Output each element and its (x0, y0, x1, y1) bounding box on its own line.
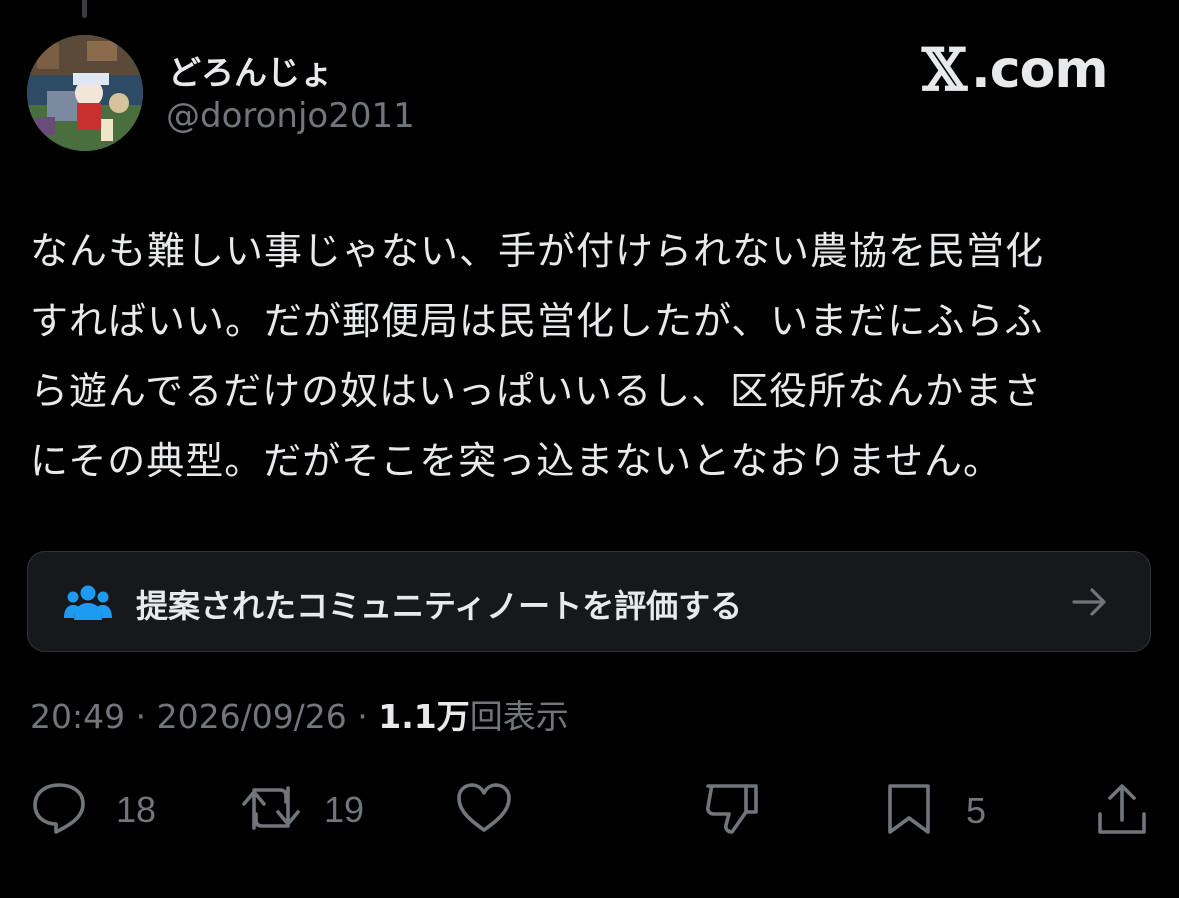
community-note-label: 提案されたコミュニティノートを評価する (136, 587, 743, 625)
retweet-icon (240, 780, 302, 840)
views-label: 回表示 (469, 697, 569, 736)
tweet-line: にその典型。だがそこを突っ込まないとなおりません。 (30, 439, 1002, 483)
x-logo-icon: 𝕏 (922, 36, 968, 104)
people-group-icon (64, 582, 112, 626)
bookmark-icon (882, 780, 936, 842)
share-button[interactable] (1094, 780, 1150, 842)
meta-separator: · (346, 697, 379, 736)
thread-connector-line (82, 0, 87, 18)
tweet-line: なんも難しい事じゃない、手が付けられない農協を民営化 (30, 229, 1045, 273)
brand-domain-text: .com (971, 40, 1108, 100)
tweet-time[interactable]: 20:49 (30, 697, 125, 736)
reply-button[interactable]: 18 (30, 780, 156, 840)
arrow-right-icon (1070, 582, 1110, 626)
avatar-image (27, 35, 143, 151)
share-upload-icon (1094, 780, 1150, 842)
bookmark-count: 5 (966, 790, 987, 831)
reply-count: 18 (116, 789, 157, 830)
x-com-logo: 𝕏 .com (922, 36, 1109, 104)
author-handle[interactable]: @doronjo2011 (166, 96, 415, 136)
thumbs-down-icon (702, 780, 762, 842)
heart-icon (454, 780, 514, 840)
reply-bubble-icon (30, 780, 88, 840)
avatar[interactable] (27, 35, 143, 151)
tweet-line: ら遊んでるだけの奴はいっぱいいるし、区役所なんかまさ (30, 369, 1043, 413)
retweet-count: 19 (324, 789, 365, 830)
tweet-body: なんも難しい事じゃない、手が付けられない農協を民営化 すればいい。だが郵便局は民… (30, 216, 1150, 496)
like-button[interactable] (454, 780, 514, 840)
views-count: 1.1万 (378, 697, 470, 736)
tweet-date[interactable]: 2026/09/26 (157, 697, 347, 736)
community-note-rate-button[interactable]: 提案されたコミュニティノートを評価する (27, 551, 1151, 652)
author-display-name[interactable]: どろんじょ (168, 46, 333, 94)
meta-separator: · (125, 697, 157, 736)
retweet-button[interactable]: 19 (240, 780, 364, 840)
action-bar: 18 19 5 (0, 770, 1179, 850)
dislike-button[interactable] (702, 780, 762, 842)
tweet-line: すればいい。だが郵便局は民営化したが、いまだにふらふ (30, 299, 1044, 343)
bookmark-button[interactable]: 5 (882, 780, 986, 842)
tweet-metadata: 20:49 · 2026/09/26 · 1.1万回表示 (30, 690, 569, 738)
